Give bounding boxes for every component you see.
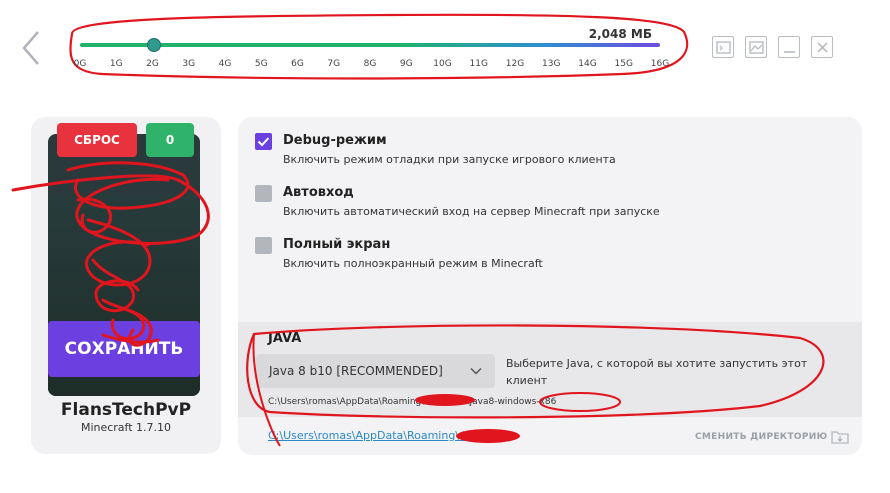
close-icon bbox=[817, 42, 828, 53]
option-title: Автовход bbox=[283, 185, 354, 200]
ram-slider-section: 2,048 МБ 0G 1G 2G 3G 4G 5G 6G 7G 8G 9G 10G 11G 12G 13… bbox=[62, 10, 692, 82]
ram-tick-labels: 0G 1G 2G 3G 4G 5G 6G 7G 8G 9G 10G 11G 12G 13G 14G 15G 16… bbox=[74, 59, 670, 73]
option-title: Полный экран bbox=[283, 237, 391, 252]
java-hint: Выберите Java, с которой вы хотите запус… bbox=[506, 357, 808, 387]
ram-tick-label: 4G bbox=[218, 59, 232, 69]
window-controls bbox=[712, 36, 833, 58]
ram-tick-label: 8G bbox=[363, 59, 377, 69]
ram-tick-label: 13G bbox=[542, 59, 561, 69]
autologin-checkbox[interactable] bbox=[255, 185, 272, 202]
settings-card: Debug-режим Включить режим отладки при з… bbox=[238, 117, 862, 455]
close-button[interactable] bbox=[811, 36, 833, 58]
option-description: Включить полноэкранный режим в Minecraft bbox=[283, 257, 543, 270]
ram-tick-label: 9G bbox=[399, 59, 413, 69]
check-icon bbox=[257, 137, 270, 147]
ram-tick-label: 15G bbox=[614, 59, 633, 69]
ram-tick-label: 16G bbox=[650, 59, 670, 69]
ram-tick-label: 0G bbox=[73, 59, 87, 69]
java-select-value: Java 8 b10 [RECOMMENDED] bbox=[269, 364, 443, 378]
minimize-icon bbox=[784, 51, 795, 53]
console-icon bbox=[716, 41, 731, 54]
option-description: Включить режим отладки при запуске игров… bbox=[283, 153, 616, 166]
folder-download-icon bbox=[831, 431, 850, 444]
ram-tick-label: 3G bbox=[182, 59, 196, 69]
counter-badge[interactable]: 0 bbox=[146, 123, 194, 157]
java-section-title: JAVA bbox=[268, 331, 302, 346]
save-button[interactable]: СОХРАНИТЬ bbox=[48, 321, 200, 377]
chevron-left-icon bbox=[22, 31, 39, 65]
ram-slider-thumb[interactable] bbox=[146, 38, 161, 52]
server-name: FlansTechPvP bbox=[60, 400, 192, 420]
server-version: Minecraft 1.7.10 bbox=[80, 421, 172, 434]
ram-tick-label: 10G bbox=[433, 59, 452, 69]
change-directory-label: СМЕНИТЬ ДИРЕКТОРИЮ bbox=[695, 432, 828, 442]
minimize-button[interactable] bbox=[778, 36, 800, 58]
back-button[interactable] bbox=[18, 28, 48, 68]
ram-value-label: 2,048 МБ bbox=[588, 27, 652, 41]
directory-path-link[interactable]: C:\Users\romas\AppData\Roaming\ \updates bbox=[268, 429, 511, 442]
ram-tick-label: 11G bbox=[469, 59, 488, 69]
java-panel: JAVA Java 8 b10 [RECOMMENDED] Выберите J… bbox=[238, 322, 862, 417]
ram-tick-label: 2G bbox=[146, 59, 159, 69]
chevron-down-icon bbox=[470, 367, 482, 375]
option-description: Включить автоматический вход на сервер M… bbox=[283, 205, 660, 218]
console-button[interactable] bbox=[712, 36, 734, 58]
java-path: C:\Users\romas\AppData\Roaming\ \updates… bbox=[268, 397, 557, 407]
ram-tick-label: 7G bbox=[327, 59, 341, 69]
server-card: СБРОС 0 СОХРАНИТЬ FlansTechPvP Minecraft… bbox=[31, 117, 221, 454]
ram-tick-label: 14G bbox=[578, 59, 597, 69]
ram-tick-label: 1G bbox=[109, 59, 123, 69]
ram-tick-label: 5G bbox=[254, 59, 268, 69]
image-settings-icon bbox=[749, 41, 764, 54]
ram-tick-label: 6G bbox=[291, 59, 304, 69]
option-title: Debug-режим bbox=[283, 133, 387, 148]
ram-slider-track[interactable] bbox=[80, 43, 660, 47]
reset-button[interactable]: СБРОС bbox=[57, 123, 137, 157]
change-directory-button[interactable]: СМЕНИТЬ ДИРЕКТОРИЮ bbox=[695, 429, 850, 445]
java-version-select[interactable]: Java 8 b10 [RECOMMENDED] bbox=[256, 354, 495, 388]
fullscreen-checkbox[interactable] bbox=[255, 237, 272, 254]
debug-checkbox[interactable] bbox=[255, 133, 272, 150]
ram-tick-label: 12G bbox=[505, 59, 525, 69]
image-settings-button[interactable] bbox=[745, 36, 767, 58]
